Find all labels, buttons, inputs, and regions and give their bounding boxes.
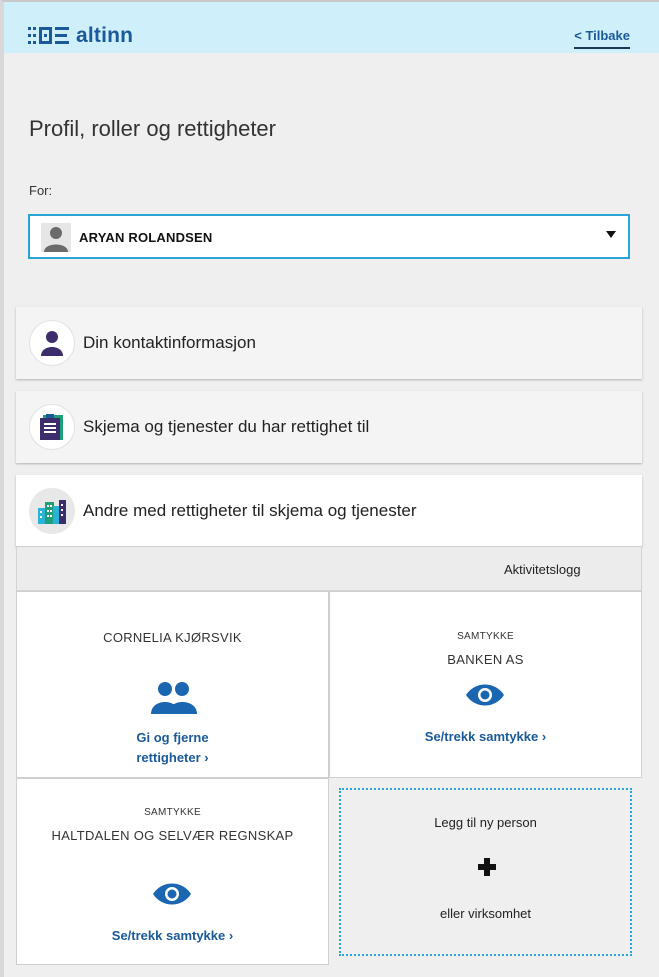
top-bar: altinn < Tilbake: [4, 2, 659, 53]
section-title: Skjema og tjenester du har rettighet til: [83, 417, 370, 436]
card-kicker: SAMTYKKE: [457, 631, 514, 642]
altinn-logo-icon: [28, 27, 69, 44]
eye-icon: [153, 883, 191, 905]
person-icon: [29, 320, 75, 366]
for-label: For:: [29, 183, 53, 198]
give-remove-rights-link-2[interactable]: rettigheter ›: [17, 750, 328, 765]
card-name: BANKEN AS: [447, 652, 524, 667]
consent-card[interactable]: SAMTYKKE HALTDALEN OG SELVÆR REGNSKAP Se…: [16, 778, 329, 965]
altinn-logo[interactable]: altinn: [28, 25, 133, 47]
eye-icon: [466, 684, 504, 706]
card-name: HALTDALEN OG SELVÆR REGNSKAP: [51, 828, 294, 843]
give-remove-rights-link[interactable]: Gi og fjerne: [17, 730, 328, 745]
add-business-label: eller virksomhet: [439, 906, 532, 921]
section-title: Andre med rettigheter til skjema og tjen…: [83, 501, 417, 520]
section-others-rights[interactable]: Andre med rettigheter til skjema og tjen…: [16, 475, 642, 547]
buildings-icon: [29, 488, 75, 534]
back-link[interactable]: < Tilbake: [574, 28, 630, 49]
people-icon: [151, 682, 197, 714]
rights-holder-card[interactable]: CORNELIA KJØRSVIK Gi og fjerne rettighet…: [16, 591, 329, 778]
activity-log-bar: Aktivitetslogg: [16, 546, 642, 591]
plus-icon: [478, 858, 496, 876]
card-kicker: SAMTYKKE: [144, 807, 201, 818]
avatar-icon: [41, 223, 71, 252]
section-forms-services[interactable]: Skjema og tjenester du har rettighet til: [16, 391, 642, 463]
consent-link[interactable]: Se/trekk samtykke ›: [330, 729, 641, 744]
section-title: Din kontaktinformasjon: [83, 333, 256, 352]
add-person-button[interactable]: Legg til ny person eller virksomhet: [339, 788, 632, 956]
logo-text: altinn: [76, 24, 134, 47]
card-name: CORNELIA KJØRSVIK: [103, 630, 242, 645]
add-person-label: Legg til ny person: [434, 815, 537, 830]
consent-card[interactable]: SAMTYKKE BANKEN AS Se/trekk samtykke ›: [329, 591, 642, 778]
activity-log-link[interactable]: Aktivitetslogg: [504, 562, 581, 577]
selected-person: ARYAN ROLANDSEN: [79, 230, 213, 245]
chevron-down-icon: [606, 231, 616, 238]
forms-icon: [29, 404, 75, 450]
section-contact-info[interactable]: Din kontaktinformasjon: [16, 307, 642, 379]
consent-link[interactable]: Se/trekk samtykke ›: [17, 928, 328, 943]
page-title: Profil, roller og rettigheter: [29, 116, 276, 141]
person-select[interactable]: ARYAN ROLANDSEN: [28, 214, 630, 259]
